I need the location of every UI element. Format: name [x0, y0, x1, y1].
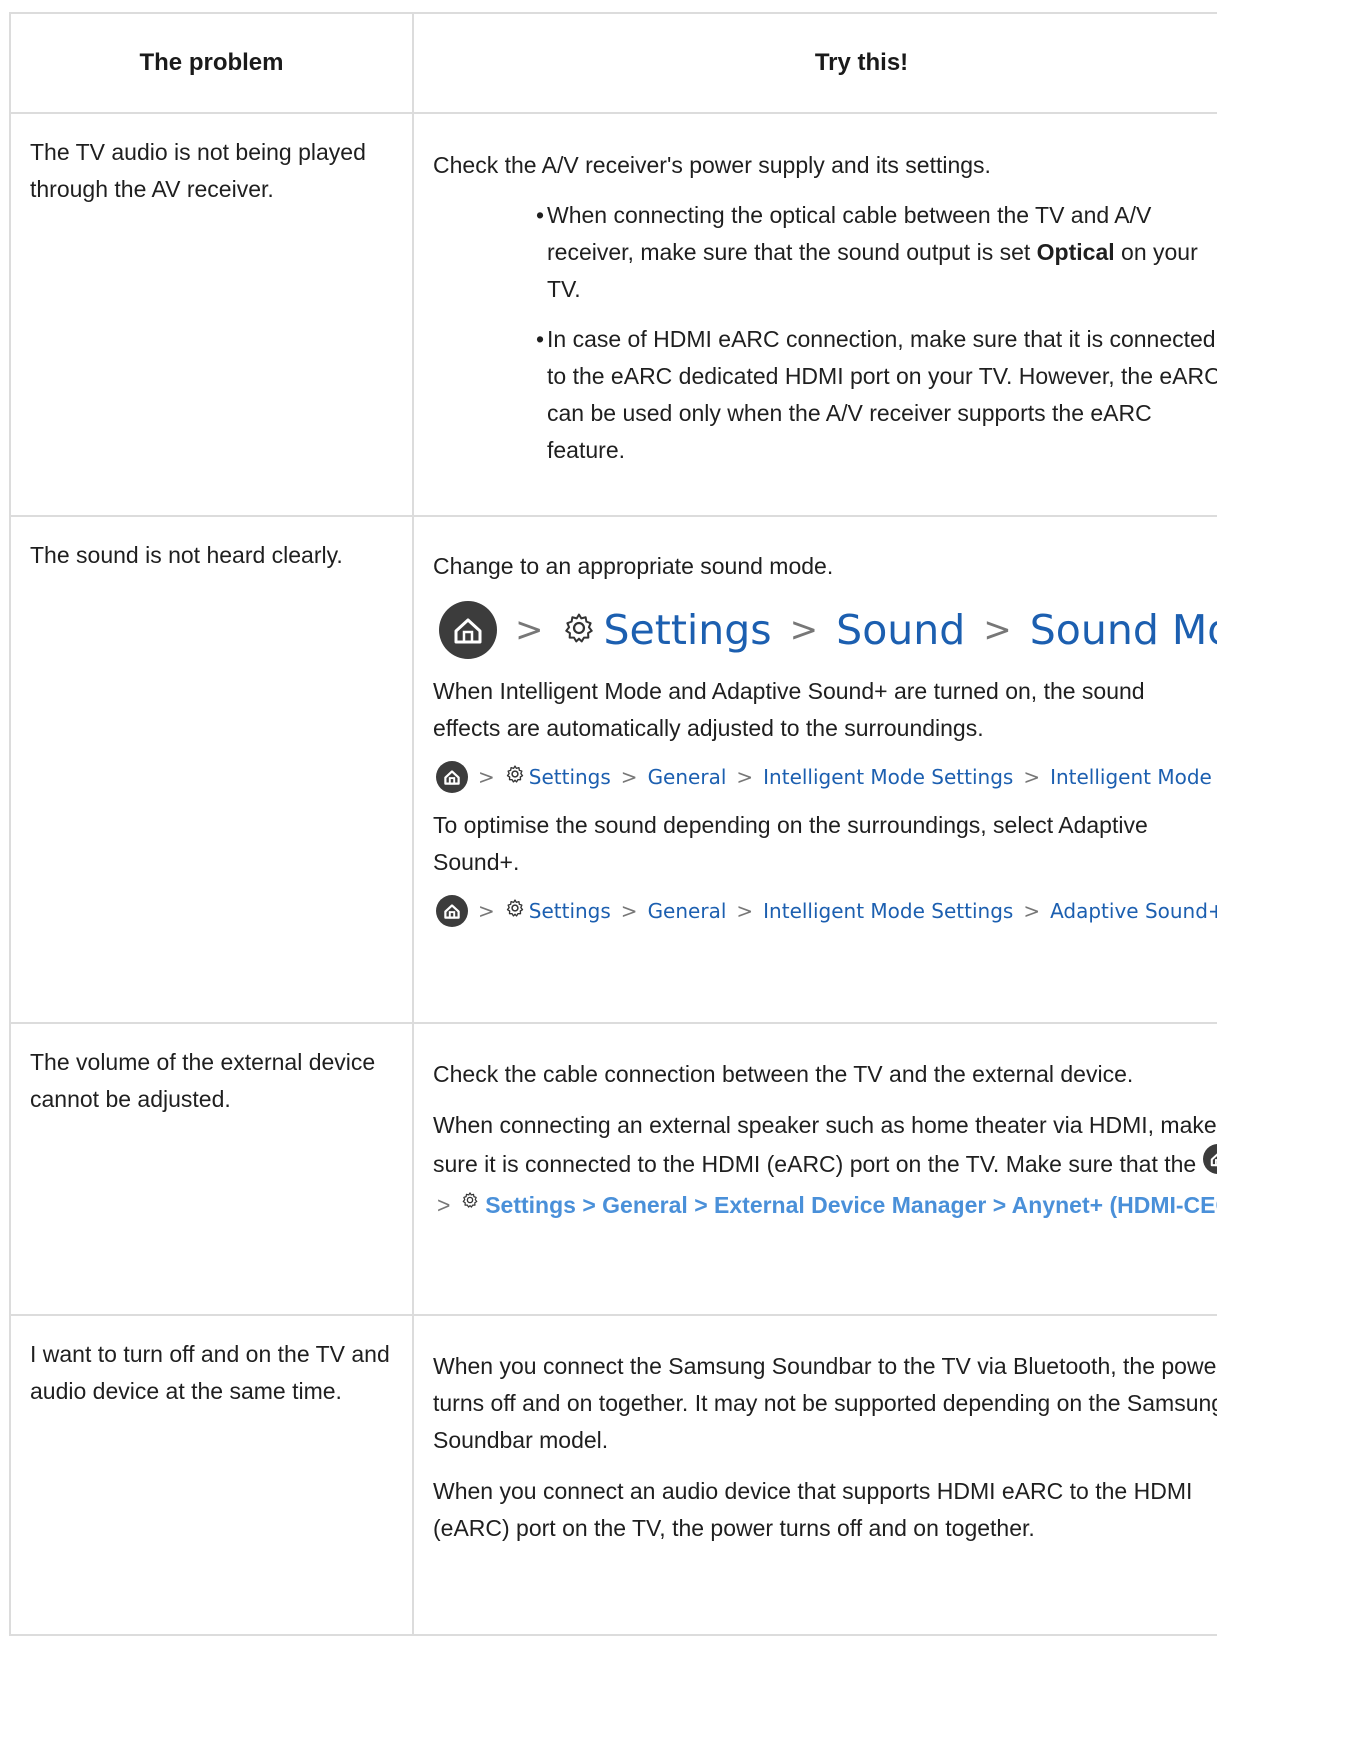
- bullet-list: • When connecting the optical cable betw…: [433, 197, 1217, 469]
- solution-cell: Change to an appropriate sound mode. > S…: [412, 515, 1217, 1024]
- troubleshooting-viewport: The problem Try this! The TV audio is no…: [0, 0, 1217, 1758]
- list-item: • In case of HDMI eARC connection, make …: [536, 321, 1217, 469]
- menu-path-sound-mode[interactable]: > Settings > Sound > Sound Mode: [433, 599, 1217, 661]
- solution-text: When Intelligent Mode and Adaptive Sound…: [433, 678, 1145, 741]
- path-settings: Settings: [528, 764, 611, 789]
- solution-text: When connecting an external speaker such…: [433, 1107, 1217, 1224]
- bullet-icon: •: [536, 326, 545, 352]
- solution-cell: Check the cable connection between the T…: [412, 1022, 1217, 1316]
- chevron-right-icon: >: [1023, 764, 1041, 789]
- bullet-icon: •: [536, 202, 545, 228]
- menu-path-intelligent-mode[interactable]: > Settings > General > Intelligent Mode …: [433, 757, 1217, 797]
- path-sound: Sound: [836, 605, 966, 654]
- problem-cell: The volume of the external device cannot…: [9, 1022, 414, 1316]
- table-header-row: The problem Try this!: [9, 12, 1217, 114]
- problem-text: The sound is not heard clearly.: [30, 542, 343, 568]
- problem-cell: I want to turn off and on the TV and aud…: [9, 1314, 414, 1636]
- chevron-right-icon: >: [437, 1192, 451, 1218]
- path-general: General: [647, 764, 727, 789]
- chevron-right-icon: >: [736, 764, 754, 789]
- problem-cell: The TV audio is not being played through…: [9, 112, 414, 517]
- chevron-right-icon: >: [478, 898, 495, 923]
- gear-icon: [505, 893, 525, 930]
- path-settings: Settings: [603, 605, 772, 654]
- problem-cell: The sound is not heard clearly.: [9, 515, 414, 1024]
- solution-text: When you connect an audio device that su…: [433, 1478, 1193, 1541]
- path-settings: Settings: [528, 898, 611, 923]
- path-intelligent-mode: Intelligent Mode: [1050, 764, 1212, 789]
- solution-cell: When you connect the Samsung Soundbar to…: [412, 1314, 1217, 1636]
- path-general: General: [647, 898, 727, 923]
- problem-text: I want to turn off and on the TV and aud…: [30, 1341, 390, 1404]
- solution-cell: Check the A/V receiver's power supply an…: [412, 112, 1217, 517]
- chevron-right-icon: >: [1023, 898, 1041, 923]
- path-intelligent-mode-settings: Intelligent Mode Settings: [763, 764, 1014, 789]
- menu-path-adaptive-sound[interactable]: > Settings > General > Intelligent Mode …: [433, 891, 1217, 931]
- solution-text: Check the A/V receiver's power supply an…: [433, 152, 991, 178]
- home-icon: [436, 761, 468, 793]
- solution-text: To optimise the sound depending on the s…: [433, 812, 1148, 875]
- solution-text: When you connect the Samsung Soundbar to…: [433, 1353, 1217, 1453]
- chevron-right-icon: >: [789, 609, 819, 650]
- option-optical: Optical: [1036, 239, 1115, 265]
- problem-text: The volume of the external device cannot…: [30, 1049, 376, 1112]
- chevron-right-icon: >: [736, 898, 754, 923]
- problem-text: The TV audio is not being played through…: [30, 139, 366, 202]
- table-row: The TV audio is not being played through…: [9, 112, 1217, 517]
- chevron-right-icon: >: [620, 764, 638, 789]
- path-intelligent-mode-settings: Intelligent Mode Settings: [763, 898, 1014, 923]
- table-row: The volume of the external device cannot…: [9, 1022, 1217, 1316]
- gear-icon: [505, 759, 525, 796]
- home-icon: [439, 601, 497, 659]
- chevron-right-icon: >: [478, 764, 495, 789]
- header-solution: Try this!: [412, 12, 1217, 114]
- table-row: I want to turn off and on the TV and aud…: [9, 1314, 1217, 1636]
- home-icon: [1202, 1144, 1217, 1174]
- list-item: • When connecting the optical cable betw…: [536, 197, 1217, 308]
- chevron-right-icon: >: [983, 609, 1012, 650]
- gear-icon: [562, 611, 596, 650]
- table-row: The sound is not heard clearly. Change t…: [9, 515, 1217, 1024]
- solution-text: Change to an appropriate sound mode.: [433, 553, 834, 579]
- troubleshooting-table: The problem Try this! The TV audio is no…: [9, 12, 1217, 1636]
- solution-text: Check the cable connection between the T…: [433, 1061, 1134, 1087]
- path-sound-mode: Sound Mode: [1029, 605, 1217, 654]
- chevron-right-icon: >: [620, 898, 638, 923]
- chevron-right-icon: >: [515, 609, 544, 650]
- home-icon: [436, 895, 468, 927]
- gear-icon: [461, 1183, 479, 1220]
- anynet-settings-link[interactable]: Settings > General > External Device Man…: [485, 1192, 1217, 1218]
- header-problem: The problem: [9, 12, 414, 114]
- path-adaptive-sound: Adaptive Sound+: [1050, 898, 1217, 923]
